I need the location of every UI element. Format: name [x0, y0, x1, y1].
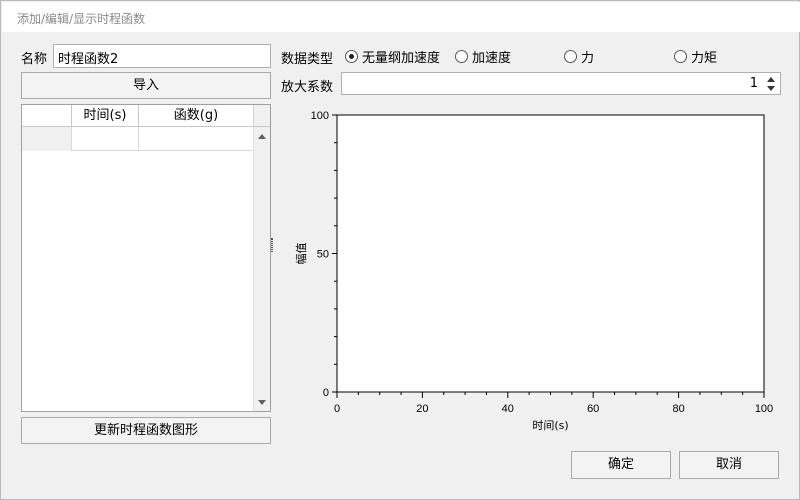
table-corner	[253, 105, 270, 127]
scale-factor-value[interactable]: 1	[750, 76, 758, 91]
scroll-down-arrow-icon[interactable]	[258, 400, 266, 405]
x-tick-label: 20	[416, 403, 428, 415]
x-tick-label: 40	[502, 403, 514, 415]
radio-label: 加速度	[472, 51, 512, 66]
y-tick-label: 50	[317, 249, 329, 261]
radio-acceleration[interactable]: 加速度	[455, 47, 511, 66]
radio-unchecked-icon	[674, 50, 687, 63]
y-tick-label: 0	[323, 387, 329, 399]
cancel-button[interactable]: 取消	[679, 451, 779, 479]
time-function-chart: 0 20 40 60 80 100 0 50 100 时间(s) 幅值	[291, 106, 781, 436]
x-axis-title: 时间(s)	[532, 419, 568, 432]
spin-up-icon[interactable]	[767, 77, 775, 82]
scale-factor-label: 放大系数	[281, 80, 334, 95]
spin-down-icon[interactable]	[767, 86, 775, 91]
scale-factor-spinbox[interactable]: 1	[341, 72, 781, 95]
time-cell[interactable]	[72, 127, 139, 151]
y-tick-label: 100	[311, 110, 329, 122]
radio-dimensionless-acceleration[interactable]: 无量纲加速度	[345, 47, 440, 66]
column-header-function[interactable]: 函数(g)	[139, 105, 254, 127]
data-type-label: 数据类型	[281, 52, 334, 67]
row-header-cell[interactable]	[22, 127, 72, 151]
radio-force[interactable]: 力	[564, 47, 594, 66]
title-bar: 添加/编辑/显示时程函数	[2, 2, 800, 32]
x-tick-label: 60	[587, 403, 599, 415]
name-label: 名称	[21, 52, 48, 67]
x-tick-label: 80	[672, 403, 684, 415]
chart-svg: 0 20 40 60 80 100 0 50 100 时间(s) 幅值	[295, 110, 773, 432]
table-vertical-scrollbar[interactable]	[253, 127, 270, 411]
column-header-time[interactable]: 时间(s)	[72, 105, 139, 127]
plot-area	[336, 114, 765, 393]
radio-label: 力	[581, 51, 595, 66]
window-title: 添加/编辑/显示时程函数	[17, 12, 146, 26]
name-input[interactable]: 时程函数2	[53, 44, 271, 68]
radio-label: 无量纲加速度	[362, 51, 441, 66]
splitter-grip-icon[interactable]	[271, 238, 273, 252]
row-header-corner	[22, 105, 72, 127]
update-graph-button[interactable]: 更新时程函数图形	[21, 417, 271, 444]
radio-checked-icon	[345, 50, 358, 63]
radio-moment[interactable]: 力矩	[674, 47, 717, 66]
x-tick-label: 100	[755, 403, 773, 415]
table-row[interactable]	[22, 127, 254, 151]
spin-arrows[interactable]	[765, 75, 777, 93]
radio-unchecked-icon	[564, 50, 577, 63]
function-cell[interactable]	[139, 127, 254, 151]
table-header: 时间(s) 函数(g)	[22, 105, 254, 127]
dialog-window: 添加/编辑/显示时程函数 名称 时程函数2 导入 时间(s) 函数(g) 更新时…	[0, 0, 800, 500]
ok-button[interactable]: 确定	[571, 451, 671, 479]
radio-label: 力矩	[691, 51, 718, 66]
y-axis-title: 幅值	[295, 243, 308, 265]
scroll-up-arrow-icon[interactable]	[258, 134, 266, 139]
time-function-table[interactable]: 时间(s) 函数(g)	[21, 104, 271, 412]
radio-unchecked-icon	[455, 50, 468, 63]
import-button[interactable]: 导入	[21, 72, 271, 99]
x-tick-label: 0	[334, 403, 340, 415]
